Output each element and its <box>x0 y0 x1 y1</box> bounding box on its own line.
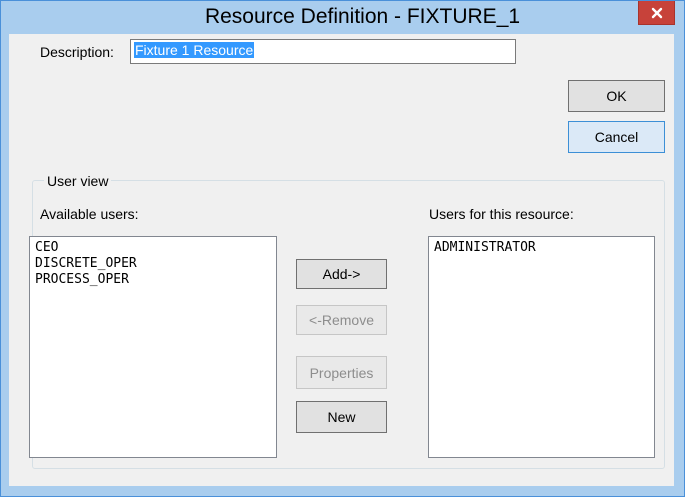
user-view-legend: User view <box>44 173 112 189</box>
window-title: Resource Definition - FIXTURE_1 <box>204 5 521 28</box>
list-item[interactable]: CEO <box>35 240 271 256</box>
assigned-users-label: Users for this resource: <box>429 206 574 222</box>
description-value: Fixture 1 Resource <box>134 42 255 58</box>
description-input[interactable]: Fixture 1 Resource <box>130 39 516 64</box>
new-button[interactable]: New <box>296 401 387 433</box>
list-item[interactable]: DISCRETE_OPER <box>35 256 271 272</box>
remove-button[interactable]: <-Remove <box>296 305 387 335</box>
properties-button[interactable]: Properties <box>296 356 387 389</box>
list-item[interactable]: ADMINISTRATOR <box>434 240 649 256</box>
description-label: Description: <box>40 44 114 60</box>
add-button[interactable]: Add-> <box>296 259 387 289</box>
available-users-label: Available users: <box>40 206 139 222</box>
available-users-list[interactable]: CEO DISCRETE_OPER PROCESS_OPER <box>29 236 277 458</box>
cancel-button[interactable]: Cancel <box>568 121 665 153</box>
list-item[interactable]: PROCESS_OPER <box>35 272 271 288</box>
ok-button[interactable]: OK <box>568 80 665 112</box>
close-button[interactable] <box>638 1 675 25</box>
assigned-users-list[interactable]: ADMINISTRATOR <box>428 236 655 458</box>
title-bar[interactable]: Resource Definition - FIXTURE_1 <box>1 1 684 35</box>
close-icon <box>651 7 662 18</box>
